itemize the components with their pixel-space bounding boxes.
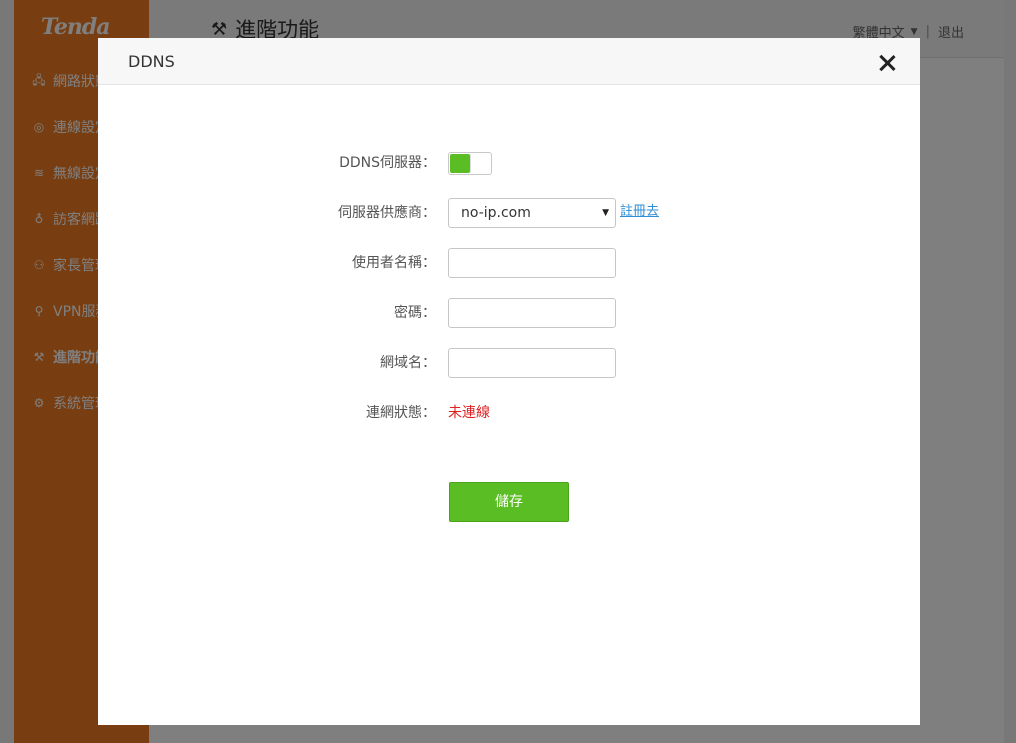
username-label: 使用者名稱： [352,255,436,271]
domain-label: 網域名： [380,355,436,371]
ddns-server-label: DDNS伺服器： [339,155,436,171]
username-input[interactable] [448,248,616,278]
password-input[interactable] [448,298,616,328]
modal-title: DDNS [128,52,175,71]
modal-header: DDNS [98,38,920,85]
provider-label: 伺服器供應商： [338,205,436,221]
ddns-server-row: DDNS伺服器： [98,148,920,178]
password-label: 密碼： [394,305,436,321]
toggle-knob [470,154,490,173]
password-row: 密碼： [98,298,920,328]
connection-status-value: 未連線 [448,405,490,421]
close-icon[interactable] [876,52,898,74]
domain-input[interactable] [448,348,616,378]
register-link[interactable]: 註冊去 [620,198,659,226]
username-row: 使用者名稱： [98,248,920,278]
provider-select[interactable]: no-ip.com ▼ [448,198,616,228]
save-button[interactable]: 儲存 [449,482,569,522]
ddns-modal: DDNS DDNS伺服器： 伺服器供應商： no-ip.com ▼ 註冊去 使用… [98,38,920,725]
domain-row: 網域名： [98,348,920,378]
dropdown-arrow-icon: ▼ [602,208,609,218]
provider-selected-value: no-ip.com [461,205,531,221]
toggle-on-indicator [450,154,470,173]
status-row: 連網狀態： 未連線 [98,398,920,428]
status-label: 連網狀態： [366,405,436,421]
provider-row: 伺服器供應商： no-ip.com ▼ 註冊去 [98,198,920,228]
ddns-server-toggle[interactable] [448,152,492,175]
